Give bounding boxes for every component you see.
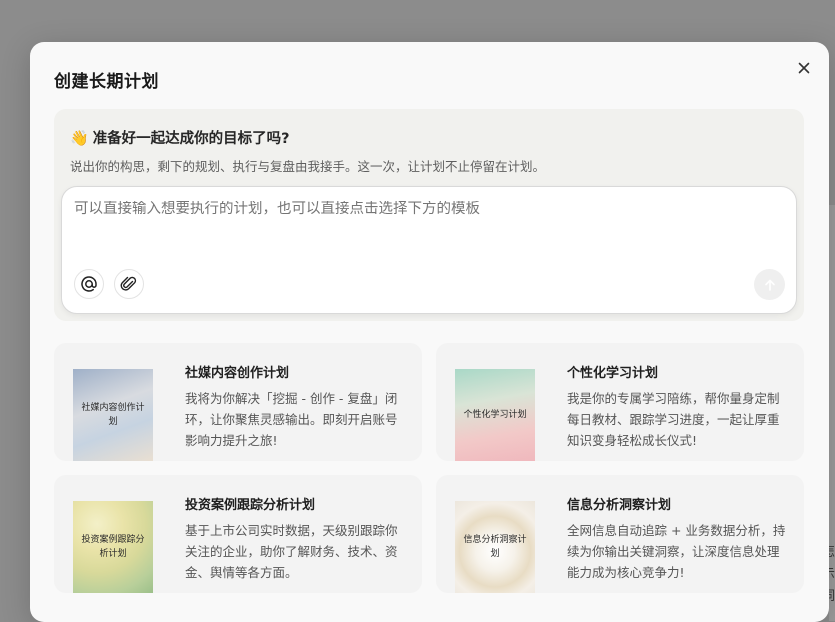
plan-input-box — [61, 186, 797, 314]
intro-subtitle: 说出你的构思，剩下的规划、执行与复盘由我接手。这一次，让计划不止停留在计划。 — [70, 159, 546, 174]
template-description: 我是你的专属学习陪练，帮你量身定制每日教材、跟踪学习进度，一起让厚重知识变身轻松… — [567, 391, 780, 448]
template-title: 信息分析洞察计划 — [567, 498, 672, 513]
thumbnail-label: 个性化学习计划 — [463, 410, 527, 420]
template-card-learning[interactable]: 个性化学习计划 个性化学习计划 我是你的专属学习陪练，帮你量身定制每日教材、跟踪… — [436, 343, 804, 461]
template-card-investment[interactable]: 投资案例跟踪分析计划 投资案例跟踪分析计划 基于上市公司实时数据，天级别跟踪你关… — [54, 475, 422, 593]
template-thumbnail: 社媒内容创作计划 — [73, 369, 153, 461]
intro-heading: 👋 准备好一起达成你的目标了吗? — [70, 127, 290, 148]
waving-hand-icon: 👋 — [70, 129, 89, 147]
template-thumbnail: 投资案例跟踪分析计划 — [73, 501, 153, 593]
paperclip-icon — [120, 276, 137, 291]
close-icon — [798, 62, 810, 74]
template-description: 全网信息自动追踪 + 业务数据分析，持续为你输出关键洞察，让深度信息处理能力成为… — [567, 523, 786, 580]
template-thumbnail: 信息分析洞察计划 — [455, 501, 535, 593]
intro-panel: 👋 准备好一起达成你的目标了吗? 说出你的构思，剩下的规划、执行与复盘由我接手。这… — [54, 109, 804, 321]
at-icon — [81, 276, 97, 292]
thumbnail-label: 信息分析洞察计划 — [463, 535, 527, 559]
create-plan-dialog: 创建长期计划 👋 准备好一起达成你的目标了吗? 说出你的构思，剩下的规划、执行与复… — [30, 42, 829, 622]
template-description: 基于上市公司实时数据，天级别跟踪你关注的企业，助你了解财务、技术、资金、舆情等各… — [185, 523, 398, 580]
intro-heading-text: 准备好一起达成你的目标了吗? — [92, 131, 290, 147]
dialog-title: 创建长期计划 — [54, 72, 159, 92]
thumbnail-label: 投资案例跟踪分析计划 — [81, 535, 145, 559]
template-title: 投资案例跟踪分析计划 — [185, 498, 316, 513]
template-card-social-media[interactable]: 社媒内容创作计划 社媒内容创作计划 我将为你解决「挖掘 - 创作 - 复盘」闭环… — [54, 343, 422, 461]
arrow-up-icon — [764, 279, 775, 291]
template-thumbnail: 个性化学习计划 — [455, 369, 535, 461]
template-description: 我将为你解决「挖掘 - 创作 - 复盘」闭环，让你聚焦灵感输出。即刻开启账号影响… — [185, 391, 398, 448]
mention-button[interactable] — [74, 269, 104, 299]
template-title: 个性化学习计划 — [567, 366, 659, 381]
plan-input[interactable] — [74, 201, 774, 217]
thumbnail-label: 社媒内容创作计划 — [81, 403, 145, 427]
close-button[interactable] — [794, 58, 814, 78]
attach-button[interactable] — [114, 269, 144, 299]
template-title: 社媒内容创作计划 — [185, 366, 290, 381]
template-card-insight[interactable]: 信息分析洞察计划 信息分析洞察计划 全网信息自动追踪 + 业务数据分析，持续为你… — [436, 475, 804, 593]
send-button[interactable] — [754, 269, 785, 300]
